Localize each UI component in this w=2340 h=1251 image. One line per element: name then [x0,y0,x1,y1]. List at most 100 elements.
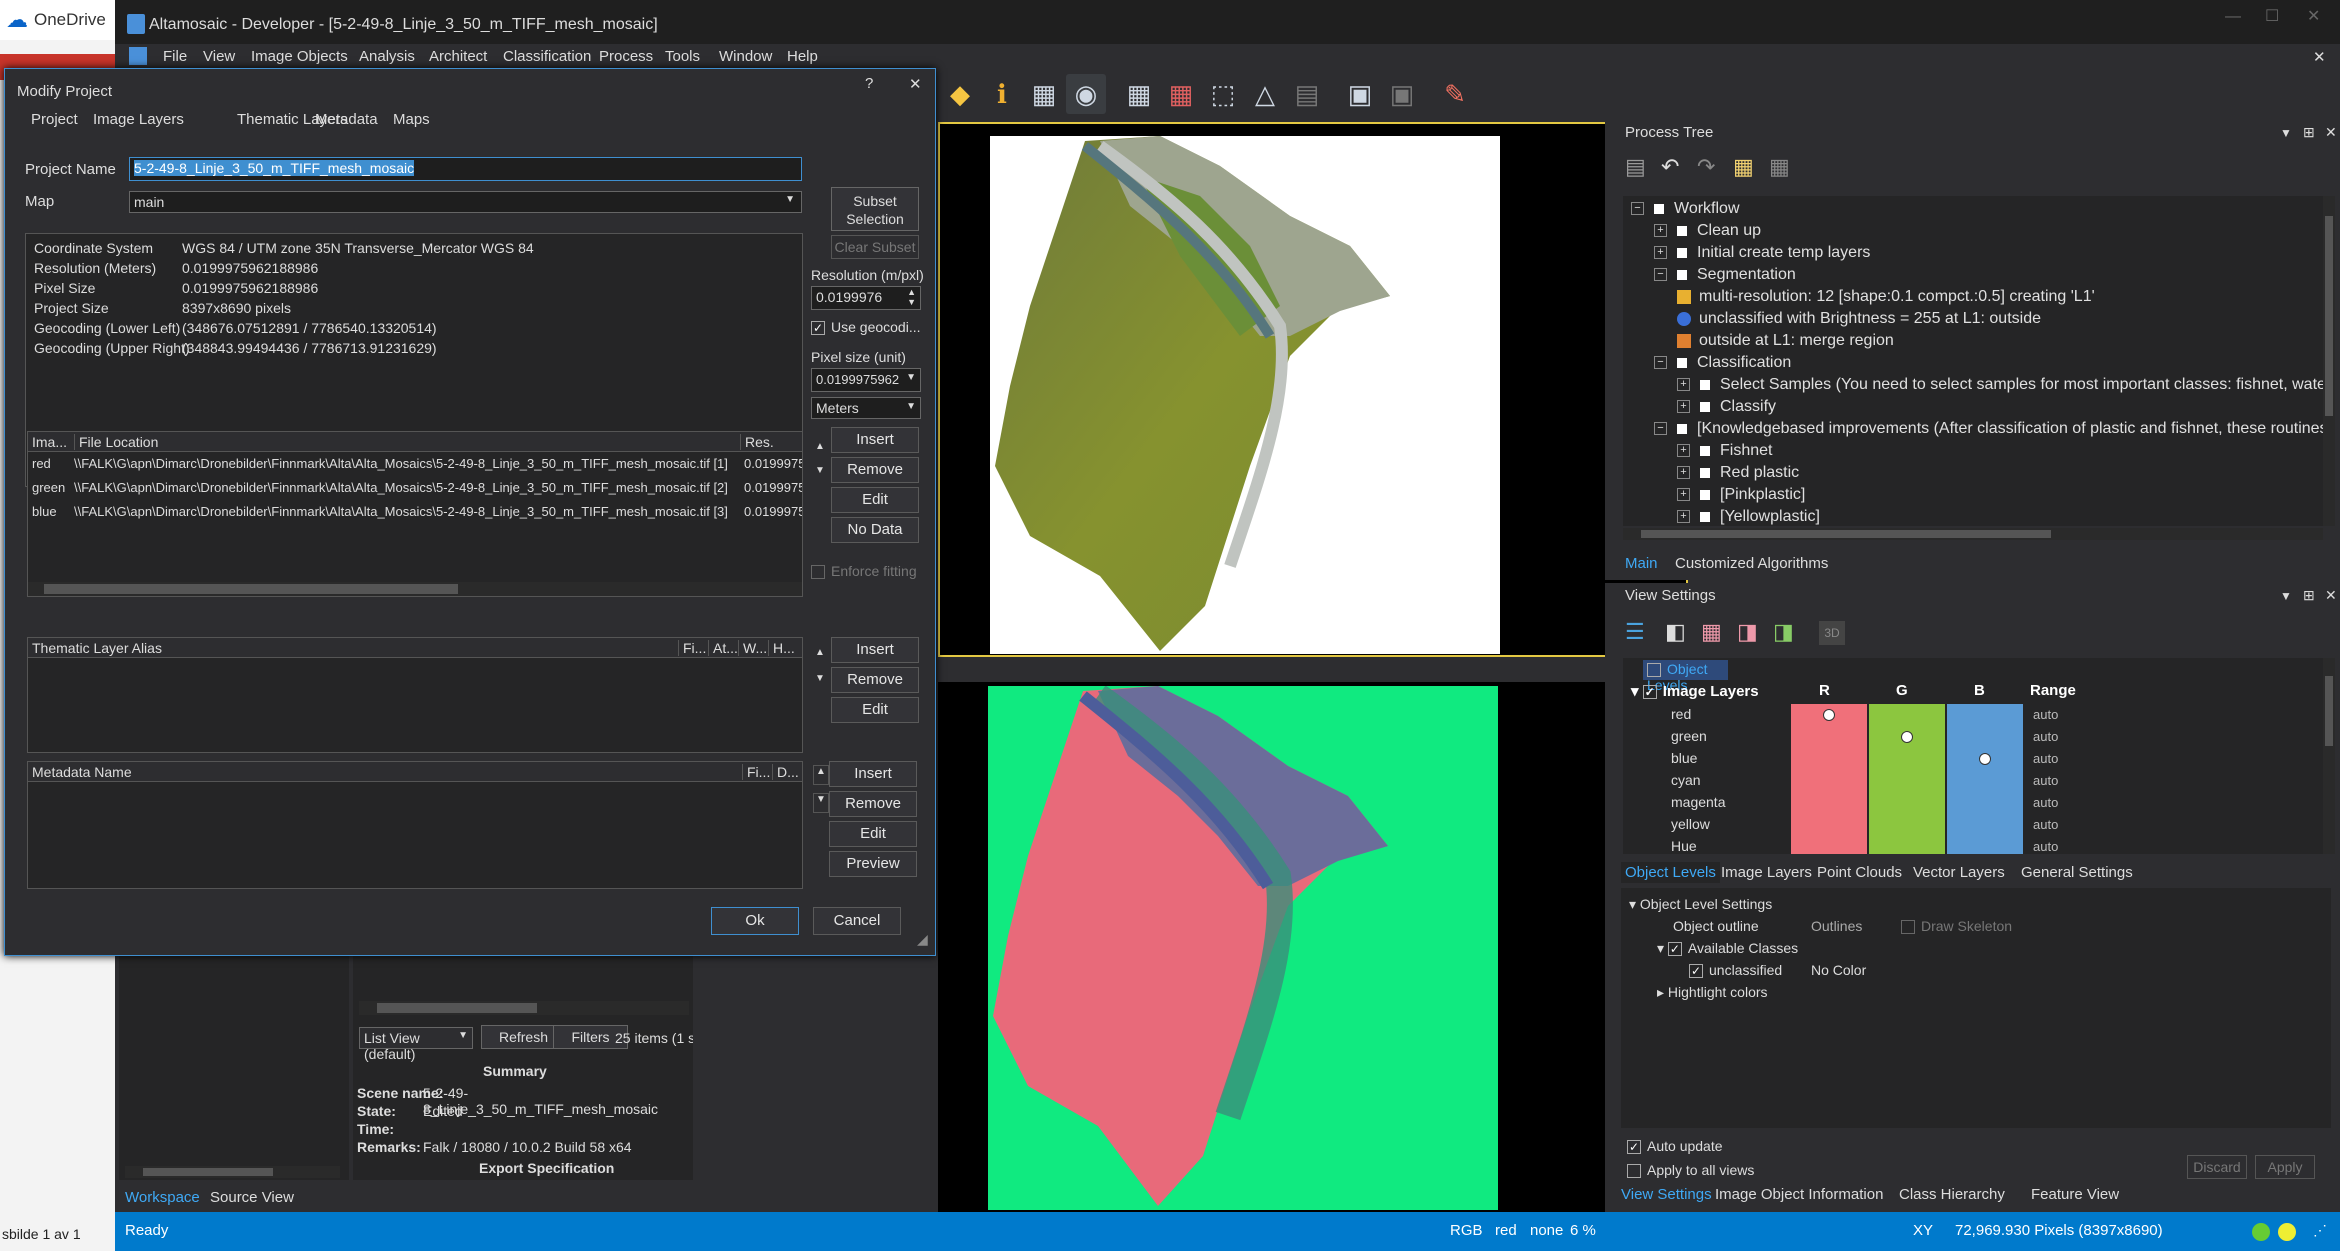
channel-cell[interactable] [1947,726,2023,748]
tab-vector-layers[interactable]: Vector Layers [1913,864,2005,881]
tab-workspace[interactable]: Workspace [125,1189,200,1206]
enforce-fitting-checkbox[interactable]: Enforce fitting [811,563,917,580]
process-tree-item[interactable]: + Select Samples (You need to select samp… [1677,376,2323,398]
header-d[interactable]: D... [772,764,799,780]
available-classes-row[interactable]: ▾ ✓ Available Classes [1657,940,1798,957]
merge-icon[interactable]: ▤ [1287,74,1327,114]
layers-edit-button[interactable]: Edit [831,487,919,513]
expand-icon[interactable]: + [1677,488,1690,502]
channel-cell[interactable] [1791,836,1867,854]
channel-cell[interactable] [1947,770,2023,792]
clear-subset-button[interactable]: Clear Subset [831,235,919,259]
tab-customized-algorithms[interactable]: Customized Algorithms [1675,555,1828,572]
onedrive-header[interactable]: ☁ OneDrive [0,0,120,40]
list-hscroll[interactable] [359,1001,689,1015]
layers-insert-button[interactable]: Insert [831,427,919,453]
header-fi[interactable]: Fi... [742,764,770,780]
auto-update-checkbox[interactable]: ✓ Auto update [1627,1138,1723,1155]
color-add-icon[interactable]: ◨ [1773,619,1794,645]
layer-range[interactable]: auto [2033,773,2058,788]
header-fi[interactable]: Fi... [678,640,706,656]
tab-object-levels[interactable]: Object Levels [1621,862,1720,883]
channel-cell[interactable] [1947,748,2023,770]
draw-skeleton-checkbox[interactable]: Draw Skeleton [1901,918,2012,935]
tab-point-clouds[interactable]: Point Clouds [1817,864,1902,881]
use-geocoding-checkbox[interactable]: ✓ Use geocodi... [811,319,921,336]
image-layers-row[interactable]: ▾ ✓ Image Layers [1631,682,1759,700]
process-tree-hscroll[interactable] [1623,528,2323,540]
tab-class-hierarchy[interactable]: Class Hierarchy [1899,1186,2005,1203]
menu-image-objects[interactable]: Image Objects [251,48,348,65]
menu-help[interactable]: Help [787,48,818,65]
tab-image-layers[interactable]: Image Layers [1721,864,1812,881]
redo-icon[interactable]: ↷ [1697,154,1715,180]
workspace-hscroll[interactable] [125,1166,340,1178]
map-select[interactable]: main ▼ [129,191,802,213]
table-row[interactable]: green \\FALK\G\apn\Dimarc\Dronebilder\Fin… [28,478,802,500]
no-data-button[interactable]: No Data [831,517,919,543]
layer-mode-icon[interactable]: ◧ [1665,619,1686,645]
header-at[interactable]: At... [708,640,738,656]
expand-icon[interactable]: + [1677,466,1690,480]
object-levels-row[interactable]: Object Levels [1643,660,1728,693]
collapse-icon[interactable]: − [1654,268,1667,282]
layer-range[interactable]: auto [2033,817,2058,832]
pin-icon[interactable]: ⊞ [2303,124,2315,141]
highlight-colors-row[interactable]: ▸ Hightlight colors [1657,984,1768,1001]
process-tree-item[interactable]: − Segmentation [1654,266,1796,288]
move-down-icon[interactable]: ▼ [815,673,825,684]
help-button[interactable]: ? [865,75,873,92]
polygon-select-icon[interactable]: △ [1245,74,1285,114]
menu-view[interactable]: View [203,48,235,65]
maximize-button[interactable]: ☐ [2265,6,2279,26]
view-settings-vscroll[interactable] [2323,658,2335,854]
menu-analysis[interactable]: Analysis [359,48,415,65]
layer-range[interactable]: auto [2033,751,2058,766]
resize-grip-icon[interactable]: ⋰ [2313,1222,2327,1239]
channel-cell[interactable] [1947,704,2023,726]
top-view[interactable]: main [938,122,1688,657]
channel-cell[interactable] [1869,704,1945,726]
process-tree-item[interactable]: − Classification [1654,354,1791,376]
process-tree-item[interactable]: + Clean up [1654,222,1761,244]
info-icon[interactable]: ℹ [982,74,1022,114]
close-window-button[interactable]: ✕ [2307,6,2320,26]
layer-range[interactable]: auto [2033,839,2058,854]
close-icon[interactable]: ✕ [2325,124,2337,141]
channel-cell[interactable] [1791,748,1867,770]
menu-window[interactable]: Window [719,48,772,65]
thematic-edit-button[interactable]: Edit [831,697,919,723]
discard-button[interactable]: Discard [2187,1155,2247,1179]
close-icon[interactable]: ✕ [2325,587,2337,604]
ol-settings-header[interactable]: ▾ Object Level Settings [1629,896,1772,913]
channel-cell[interactable] [1791,814,1867,836]
header-image[interactable]: Ima... [32,434,67,450]
channel-cell[interactable] [1869,726,1945,748]
spinner-icon[interactable]: ▲ ▼ [907,287,916,307]
tab-metadata[interactable]: Metadata [315,111,378,128]
header-thematic-alias[interactable]: Thematic Layer Alias [32,640,162,656]
layer-range[interactable]: auto [2033,707,2058,722]
header-h[interactable]: H... [768,640,795,656]
tab-image-layers[interactable]: Image Layers [93,111,184,128]
metadata-remove-button[interactable]: Remove [829,791,917,817]
apply-all-checkbox[interactable]: Apply to all views [1627,1162,1754,1179]
expand-icon[interactable]: + [1654,246,1667,260]
color-remove-icon[interactable]: ◨ [1737,619,1758,645]
grid-icon[interactable]: ▦ [1119,74,1159,114]
tab-project[interactable]: Project [31,111,78,128]
ok-button[interactable]: Ok [711,907,799,935]
grid-delete-icon[interactable]: ▦ [1161,74,1201,114]
move-up-icon[interactable]: ▲ [815,647,825,658]
process-tree-item[interactable]: + Classify [1677,398,1776,420]
process-tree-item[interactable]: − [Knowledgebased improvements (After cla… [1654,420,2323,442]
header-file-location[interactable]: File Location [74,434,158,450]
tab-view-settings[interactable]: View Settings [1621,1186,1712,1203]
process-tree-item[interactable]: + [Pinkplastic] [1677,486,1805,508]
thematic-remove-button[interactable]: Remove [831,667,919,693]
channel-cell[interactable] [1791,792,1867,814]
channel-cell[interactable] [1869,770,1945,792]
pixel-size-select[interactable]: 0.0199975962 ▼ [811,368,921,392]
tab-feature-view[interactable]: Feature View [2031,1186,2119,1203]
layer-range[interactable]: auto [2033,729,2058,744]
